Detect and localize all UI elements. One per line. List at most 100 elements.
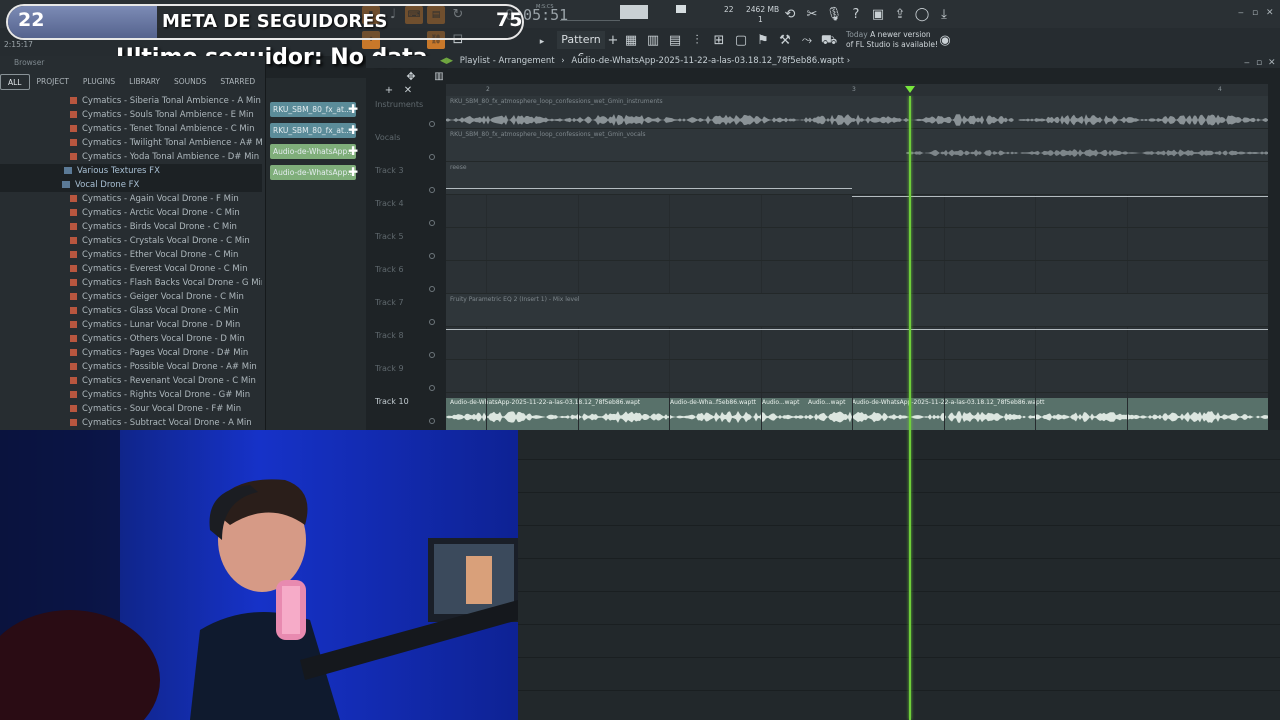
track-mute-icon[interactable]	[429, 352, 435, 358]
track-lane[interactable]: Fruity Parametric EQ 2 (Insert 1) - Mix …	[446, 294, 1268, 327]
browser-folder[interactable]: Vocal Drone FX	[0, 178, 262, 192]
track-name[interactable]: Track 7	[375, 298, 404, 307]
timeline-ruler[interactable]: 2 3 4	[446, 84, 1268, 96]
automation-curve[interactable]	[446, 329, 1268, 330]
track-name[interactable]: Track 4	[375, 199, 404, 208]
browser-file[interactable]: Cymatics - Crystals Vocal Drone - C Min	[0, 234, 262, 248]
play-arrow-icon[interactable]: ◀▶	[440, 56, 453, 66]
track-name[interactable]: Track 5	[375, 232, 404, 241]
track-10-clip-label[interactable]: Audio-de-WhatsApp-2025-11-22-a-las-03.18…	[852, 399, 1044, 406]
browser-file[interactable]: Cymatics - Twilight Tonal Ambience - A# …	[0, 136, 262, 150]
track-lane[interactable]	[446, 327, 1268, 360]
help-icon[interactable]: ?	[847, 6, 865, 24]
track-mute-icon[interactable]	[429, 187, 435, 193]
close-icon[interactable]: ✕	[1266, 8, 1274, 18]
move-icon[interactable]: ✥	[402, 68, 420, 86]
cart-icon[interactable]: ⛟	[820, 32, 838, 50]
clip-source-2[interactable]: RKU_SBM_80_fx_at...	[270, 123, 356, 138]
playlist-empty-area[interactable]	[518, 430, 1280, 720]
tools-icon[interactable]: ⚒	[776, 32, 794, 50]
track-mute-icon[interactable]	[429, 154, 435, 160]
track-10-lane[interactable]: Audio-de-WhatsApp-2025-11-22-a-las-03.18…	[446, 398, 1268, 430]
track-mute-icon[interactable]	[429, 418, 435, 424]
track-mute-icon[interactable]	[429, 121, 435, 127]
microphone-icon[interactable]: 🎙	[825, 6, 843, 24]
tab-plugins[interactable]: PLUGINS	[76, 74, 122, 90]
browser-file[interactable]: Cymatics - Flash Backs Vocal Drone - G M…	[0, 276, 262, 290]
playhead[interactable]	[909, 96, 911, 720]
browser-file[interactable]: Cymatics - Glass Vocal Drone - C Min	[0, 304, 262, 318]
globe-icon[interactable]: ◉	[936, 32, 954, 50]
add-clip-icon[interactable]: ✚	[348, 102, 360, 117]
track-lane[interactable]	[446, 261, 1268, 294]
chat-icon[interactable]: ◯	[913, 6, 931, 24]
browser-file[interactable]: Cymatics - Souls Tonal Ambience - E Min	[0, 108, 262, 122]
project-icon[interactable]: ▢	[732, 32, 750, 50]
clip-source-4[interactable]: Audio-de-WhatsApp...	[270, 165, 356, 180]
mixer-icon[interactable]: ⫶	[688, 32, 706, 50]
track-mute-icon[interactable]	[429, 319, 435, 325]
track-10-clip-label[interactable]: Audio...wapt	[762, 399, 799, 406]
clip-source-1[interactable]: RKU_SBM_80_fx_at...	[270, 102, 356, 117]
browser-file[interactable]: Cymatics - Lunar Vocal Drone - D Min	[0, 318, 262, 332]
playlist-close-icon[interactable]: ✕	[1268, 58, 1276, 68]
track-name[interactable]: Track 9	[375, 364, 404, 373]
save-icon[interactable]: ▣	[869, 6, 887, 24]
browser-folder[interactable]: Various Textures FX	[0, 164, 262, 178]
track-mute-icon[interactable]	[429, 253, 435, 259]
link-icon[interactable]: ⤳	[798, 32, 816, 50]
track-mute-icon[interactable]	[429, 220, 435, 226]
playlist-icon[interactable]: ▦	[622, 32, 640, 50]
browser-file[interactable]: Cymatics - Birds Vocal Drone - C Min	[0, 220, 262, 234]
track-name[interactable]: Vocals	[375, 133, 400, 142]
track-lane[interactable]	[446, 228, 1268, 261]
track-name[interactable]: Track 6	[375, 265, 404, 274]
playhead-marker-icon[interactable]	[905, 86, 915, 93]
browser-file[interactable]: Cymatics - Rights Vocal Drone - G# Min	[0, 388, 262, 402]
track-lane[interactable]	[446, 195, 1268, 228]
tab-library[interactable]: LIBRARY	[122, 74, 167, 90]
add-pattern-icon[interactable]: +	[604, 32, 622, 50]
tab-project[interactable]: PROJECT	[30, 74, 76, 90]
news-panel[interactable]: Today A newer version of FL Studio is av…	[846, 30, 938, 50]
browser-file[interactable]: Cymatics - Everest Vocal Drone - C Min	[0, 262, 262, 276]
minimize-icon[interactable]: ‒	[1238, 8, 1244, 18]
track-name[interactable]: Track 8	[375, 331, 404, 340]
browser-file[interactable]: Cymatics - Siberia Tonal Ambience - A Mi…	[0, 94, 262, 108]
playlist-grid[interactable]: Audio-de-WhatsApp-2025-11-22-a-las-03.18…	[446, 96, 1268, 430]
browser-file[interactable]: Cymatics - Ether Vocal Drone - C Min	[0, 248, 262, 262]
browser-file[interactable]: Cymatics - Again Vocal Drone - F Min	[0, 192, 262, 206]
track-lane[interactable]: reese	[446, 162, 1268, 195]
clip-source-3[interactable]: Audio-de-WhatsApp...	[270, 144, 356, 159]
add-clip-icon[interactable]: ✚	[348, 144, 360, 159]
track-mute-icon[interactable]	[429, 385, 435, 391]
automation-curve[interactable]	[852, 196, 1268, 197]
browser-icon[interactable]: ⊞	[710, 32, 728, 50]
browser-file[interactable]: Cymatics - Tenet Tonal Ambience - C Min	[0, 122, 262, 136]
download-icon[interactable]: ⤓	[935, 6, 953, 24]
track-name[interactable]: Track 3	[375, 166, 404, 175]
track-lane[interactable]	[446, 360, 1268, 393]
browser-file[interactable]: Cymatics - Others Vocal Drone - D Min	[0, 332, 262, 346]
browser-file[interactable]: Cymatics - Arctic Vocal Drone - C Min	[0, 206, 262, 220]
piano-roll-icon[interactable]: ▤	[666, 32, 684, 50]
browser-file[interactable]: Cymatics - Possible Vocal Drone - A# Min	[0, 360, 262, 374]
browser-file[interactable]: Cymatics - Pages Vocal Drone - D# Min	[0, 346, 262, 360]
track-10-clip-label[interactable]: Audio...wapt	[808, 399, 845, 406]
track-10-clip-label[interactable]: Audio-de-Wha..f5eb86.waptt	[670, 399, 756, 406]
pattern-arrow-icon[interactable]: ▸	[533, 33, 551, 51]
playlist-maximize-icon[interactable]: ▫	[1256, 58, 1262, 68]
browser-file[interactable]: Cymatics - Sour Vocal Drone - F# Min	[0, 402, 262, 416]
browser-file[interactable]: Cymatics - Revenant Vocal Drone - C Min	[0, 374, 262, 388]
export-icon[interactable]: ⇪	[891, 6, 909, 24]
add-clip-icon[interactable]: ✚	[348, 165, 360, 180]
add-clip-icon[interactable]: ✚	[348, 123, 360, 138]
browser-file[interactable]: Cymatics - Yoda Tonal Ambience - D# Min	[0, 150, 262, 164]
automation-curve[interactable]	[446, 188, 852, 189]
tab-all[interactable]: ALL	[0, 74, 30, 90]
pattern-selector[interactable]: Pattern 6	[557, 31, 605, 64]
track-10-clip-label[interactable]: Audio-de-WhatsApp-2025-11-22-a-las-03.18…	[450, 399, 640, 406]
channel-rack-icon[interactable]: ▥	[644, 32, 662, 50]
undo-history-icon[interactable]: ⟲	[781, 6, 799, 24]
plugin-icon[interactable]: ⚑	[754, 32, 772, 50]
